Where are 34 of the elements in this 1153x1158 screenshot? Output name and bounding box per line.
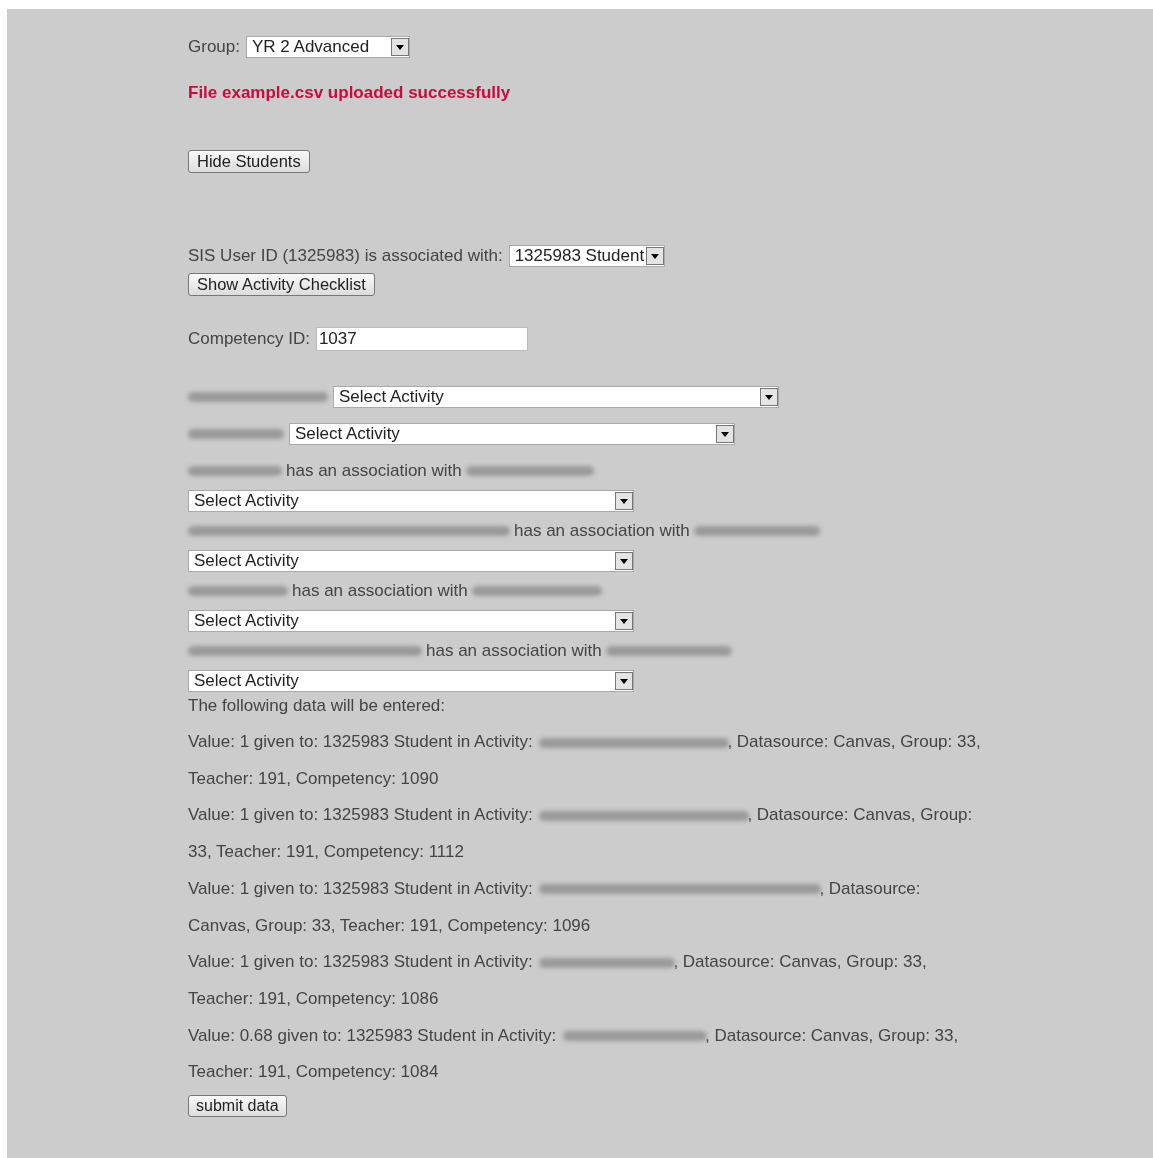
student-select[interactable]: 1325983 Student [508,245,665,267]
association-text: has an association with [188,580,602,602]
activity-select[interactable]: Select Activity [188,490,634,512]
entry-text: Value: 1 given to: 1325983 Student in Activity: , Datasource: Canvas, Group: 33, Teacher: 191, Competency: 1086 [188,951,928,1010]
association-text: has an association with [188,640,732,662]
sis-label: SIS User ID (1325983) is associated with: [188,246,503,266]
entry-text: Value: 1 given to: 1325983 Student in Activity: , Datasource: Canvas, Group: 33, Teacher: 191, Competency: 1090 [188,731,982,790]
association-text: has an association with [188,460,594,482]
caret-icon [620,678,628,684]
submit-button[interactable]: submit data [188,1095,287,1118]
caret-icon [620,618,628,624]
upload-message: File example.csv uploaded successfully [188,83,511,103]
caret-icon [396,44,404,50]
caret-icon [765,394,773,400]
entry-text: Value: 0.68 given to: 1325983 Student in Activity: , Datasource: Canvas, Group: 33, Teacher: 191, Competency: 1084 [188,1024,960,1084]
caret-icon [620,558,628,564]
association-text: has an association with [188,520,820,542]
competency-field[interactable]: 1037 [315,327,528,351]
activity-select[interactable]: Select Activity [188,670,634,692]
competency-label: Competency ID: [188,329,310,349]
entry-text: Value: 1 given to: 1325983 Student in Activity: , Datasource: Canvas, Group: 33, Teacher: 191, Competency: 1112 [188,804,974,864]
summary-heading: The following data will be entered: [188,696,446,716]
show-checklist-button[interactable]: Show Activity Checklist [188,273,375,296]
activity-select[interactable]: Select Activity [188,550,634,572]
entry-text: Value: 1 given to: 1325983 Student in Activity: , Datasource: Canvas, Group: 33, Teacher: 191, Competency: 1096 [188,877,922,937]
group-label: Group: [188,37,240,57]
group-select[interactable]: YR 2 Advanced [246,36,410,58]
hide-students-button[interactable]: Hide Students [188,150,310,173]
caret-icon [650,253,659,259]
activity-select[interactable]: Select Activity [289,423,735,445]
caret-icon [721,431,729,437]
activity-select[interactable]: Select Activity [333,386,779,408]
caret-icon [620,498,628,504]
activity-select[interactable]: Select Activity [188,610,634,632]
